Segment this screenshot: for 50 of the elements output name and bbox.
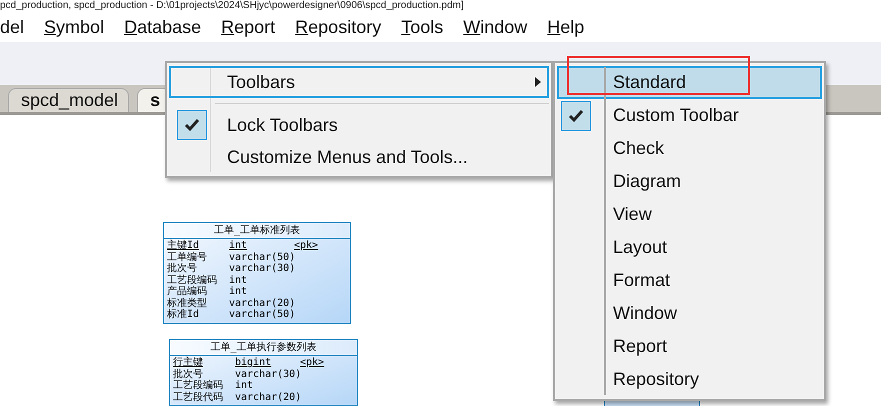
menu-item[interactable]: Database [124, 16, 202, 38]
column-name: 标准类型 [167, 298, 208, 308]
entity-title: 工单_工单标准列表 [214, 225, 300, 236]
menu-item[interactable]: Help [547, 16, 584, 38]
column-name: 工艺段代码 [173, 392, 224, 403]
column-type: bigint [235, 357, 272, 368]
column-type: varchar(30) [235, 368, 300, 380]
menu-item[interactable]: Standard [557, 66, 822, 99]
column-name: 主键Id [167, 240, 200, 252]
column-type: varchar(50) [229, 309, 294, 320]
column-type: int [235, 380, 254, 392]
column-type: int [229, 240, 248, 252]
menu-item[interactable]: Symbol [44, 16, 104, 38]
menu-item[interactable]: Custom Toolbar [557, 99, 822, 132]
menu-item[interactable]: Repository [557, 363, 822, 396]
column-name: 工艺段编码 [173, 380, 224, 392]
column-name: 工艺段编码 [167, 274, 218, 286]
submenu-arrow-icon [535, 77, 541, 87]
column-type: varchar(50) [229, 252, 294, 263]
menu-item[interactable]: Report [221, 16, 276, 38]
column-type: varchar(20) [235, 392, 300, 403]
column-name: 工单编号 [167, 252, 208, 262]
menu-item[interactable]: Window [463, 16, 528, 38]
menu-item[interactable]: Toolbars [169, 66, 549, 98]
column-type: varchar(30) [229, 263, 294, 274]
menu-item[interactable]: del [0, 16, 24, 38]
document-tab[interactable]: spcd_model [8, 88, 130, 112]
menu-item[interactable]: Repository [295, 16, 382, 38]
menu-item[interactable]: Layout [557, 231, 822, 264]
menu-item[interactable]: Customize Menus and Tools... [169, 141, 549, 173]
menu-item[interactable]: Format [557, 264, 822, 297]
window-title: pcd_production, spcd_production - D:\01projects\2024\SHjyc\powerdesigner\0906\spcd_production.pdm] [0, 0, 464, 12]
menu-item[interactable]: Check [557, 132, 822, 165]
column-name: 批次号 [167, 263, 198, 274]
entity-title: 工单_工单执行参数列表 [210, 342, 317, 353]
column-type: varchar(20) [229, 298, 294, 309]
column-name: 标准Id [167, 309, 200, 320]
column-name: 产品编码 [167, 286, 208, 298]
menu-item[interactable]: Diagram [557, 165, 822, 198]
key-label: <pk> [300, 357, 324, 368]
key-label: <pk> [294, 240, 318, 252]
menu-item[interactable]: Lock Toolbars [169, 109, 549, 141]
column-type: int [229, 286, 248, 298]
menu-item[interactable]: View [557, 198, 822, 231]
column-name: 行主键 [173, 357, 204, 368]
menu-item[interactable]: Window [557, 297, 822, 330]
menu-item[interactable]: Report [557, 330, 822, 363]
column-name: 批次号 [173, 368, 204, 380]
menu-item[interactable]: Tools [401, 16, 444, 38]
column-type: int [229, 274, 248, 286]
